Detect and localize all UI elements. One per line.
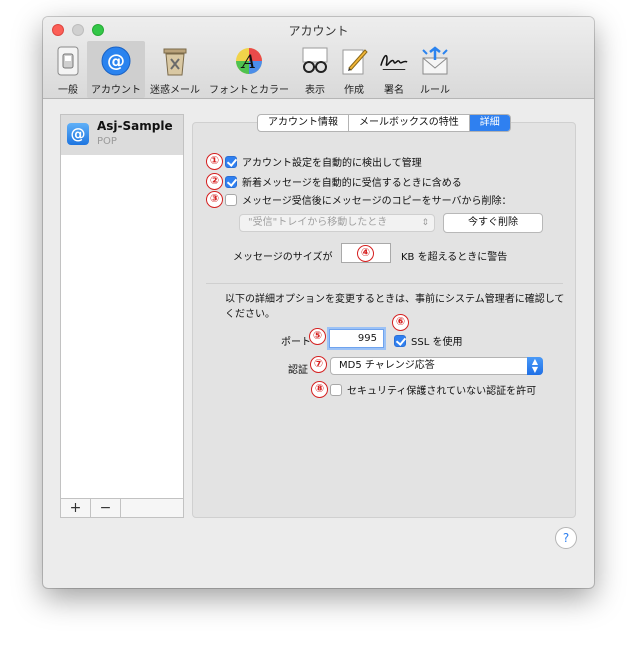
- toolbar-fonts-colors[interactable]: A フォントとカラー: [205, 41, 293, 98]
- auth-select[interactable]: MD5 チャレンジ応答 ▲ ▼: [330, 357, 543, 375]
- insecure-auth-row: ⑧ セキュリティ保護されていない認証を許可: [311, 381, 536, 398]
- callout-marker: ⑤: [309, 328, 326, 345]
- titlebar: アカウント 一般 @ アカウント 迷惑メール A フォントとカラー 表示 作成 …: [43, 17, 594, 99]
- toolbar-label: フォントとカラー: [209, 85, 289, 96]
- account-list-item[interactable]: @ Asj-Sample POP: [61, 115, 183, 155]
- at-icon: @: [67, 123, 89, 145]
- include-auto-receive-row: ② 新着メッセージを自動的に受信するときに含める: [206, 173, 462, 190]
- window-title: アカウント: [288, 24, 349, 38]
- remove-now-button[interactable]: 今すぐ削除: [443, 213, 543, 233]
- callout-marker: ③: [206, 191, 223, 208]
- callout-marker: ⑦: [310, 356, 327, 373]
- toolbar-label: 一般: [58, 85, 78, 96]
- toolbar-junk[interactable]: 迷惑メール: [147, 41, 203, 98]
- add-account-button[interactable]: +: [61, 499, 91, 517]
- size-warning-suffix: KB を超えるときに警告: [401, 252, 508, 263]
- remove-copy-label: メッセージ受信後にメッセージのコピーをサーバから削除：: [242, 196, 512, 207]
- include-auto-receive-label: 新着メッセージを自動的に受信するときに含める: [242, 178, 462, 189]
- toolbar-rules[interactable]: ルール: [415, 41, 455, 98]
- account-type: POP: [97, 136, 117, 147]
- glasses-icon: [300, 46, 330, 76]
- insecure-auth-label: セキュリティ保護されていない認証を許可: [347, 386, 537, 397]
- toolbar-composing[interactable]: 作成: [335, 41, 373, 98]
- toolbar-label: 署名: [384, 85, 404, 96]
- toolbar-label: 作成: [344, 85, 364, 96]
- remove-timing-value: "受信"トレイから移動したとき: [248, 217, 388, 228]
- toolbar-accounts[interactable]: @ アカウント: [87, 41, 145, 98]
- callout-marker: ⑧: [311, 381, 328, 398]
- callout-marker: ⑥: [392, 314, 409, 331]
- auto-detect-checkbox[interactable]: [225, 155, 237, 168]
- remove-timing-select[interactable]: "受信"トレイから移動したとき ⇕: [239, 214, 435, 232]
- auth-value: MD5 チャレンジ応答: [339, 360, 435, 371]
- auth-label: 認証: [288, 365, 308, 376]
- port-input[interactable]: 995: [329, 329, 384, 348]
- updown-arrows-icon: ▲ ▼: [527, 357, 543, 375]
- account-list-controls: + −: [60, 498, 184, 518]
- divider: [206, 283, 563, 284]
- insecure-auth-checkbox[interactable]: [330, 383, 342, 396]
- rules-envelope-icon: [420, 46, 450, 76]
- help-button[interactable]: ?: [555, 527, 577, 549]
- signature-icon: [379, 46, 409, 76]
- auto-detect-row: ① アカウント設定を自動的に検出して管理: [206, 153, 422, 170]
- remove-copy-row: ③ メッセージ受信後にメッセージのコピーをサーバから削除：: [206, 191, 512, 208]
- toolbar-label: ルール: [420, 85, 450, 96]
- font-color-icon: A: [234, 46, 264, 76]
- tab-advanced[interactable]: 詳細: [469, 115, 510, 131]
- updown-arrows-icon: ⇕: [421, 218, 429, 228]
- size-warning-prefix: メッセージのサイズが: [233, 252, 333, 263]
- toolbar-label: 表示: [305, 85, 325, 96]
- auto-detect-label: アカウント設定を自動的に検出して管理: [242, 158, 422, 169]
- callout-marker: ①: [206, 153, 223, 170]
- toolbar-label: 迷惑メール: [150, 85, 200, 96]
- pencil-icon: [339, 46, 369, 76]
- tab-account-info[interactable]: アカウント情報: [258, 115, 349, 131]
- toolbar-general[interactable]: 一般: [51, 41, 85, 98]
- toolbar-viewing[interactable]: 表示: [297, 41, 333, 98]
- ssl-label: SSL を使用: [411, 337, 463, 348]
- ssl-row: SSL を使用: [392, 333, 462, 348]
- account-name: Asj-Sample: [97, 119, 173, 133]
- trash-icon: [160, 46, 190, 76]
- toolbar-label: アカウント: [91, 85, 141, 96]
- svg-text:A: A: [240, 51, 256, 73]
- at-icon: @: [101, 46, 131, 76]
- remove-account-button[interactable]: −: [91, 499, 121, 517]
- switch-icon: [53, 46, 83, 76]
- toolbar-signatures[interactable]: 署名: [375, 41, 413, 98]
- ssl-checkbox[interactable]: [394, 334, 406, 347]
- port-label: ポート: [281, 337, 311, 348]
- remove-copy-checkbox[interactable]: [225, 193, 237, 206]
- callout-marker: ④: [357, 245, 374, 262]
- callout-marker: ②: [206, 173, 223, 190]
- account-list: @ Asj-Sample POP: [60, 114, 184, 518]
- include-auto-receive-checkbox[interactable]: [225, 175, 237, 188]
- tab-bar: アカウント情報 メールボックスの特性 詳細: [257, 114, 511, 132]
- tab-mailbox-behaviors[interactable]: メールボックスの特性: [349, 115, 470, 131]
- svg-text:@: @: [107, 51, 125, 72]
- accounts-window: アカウント 一般 @ アカウント 迷惑メール A フォントとカラー 表示 作成 …: [43, 17, 594, 588]
